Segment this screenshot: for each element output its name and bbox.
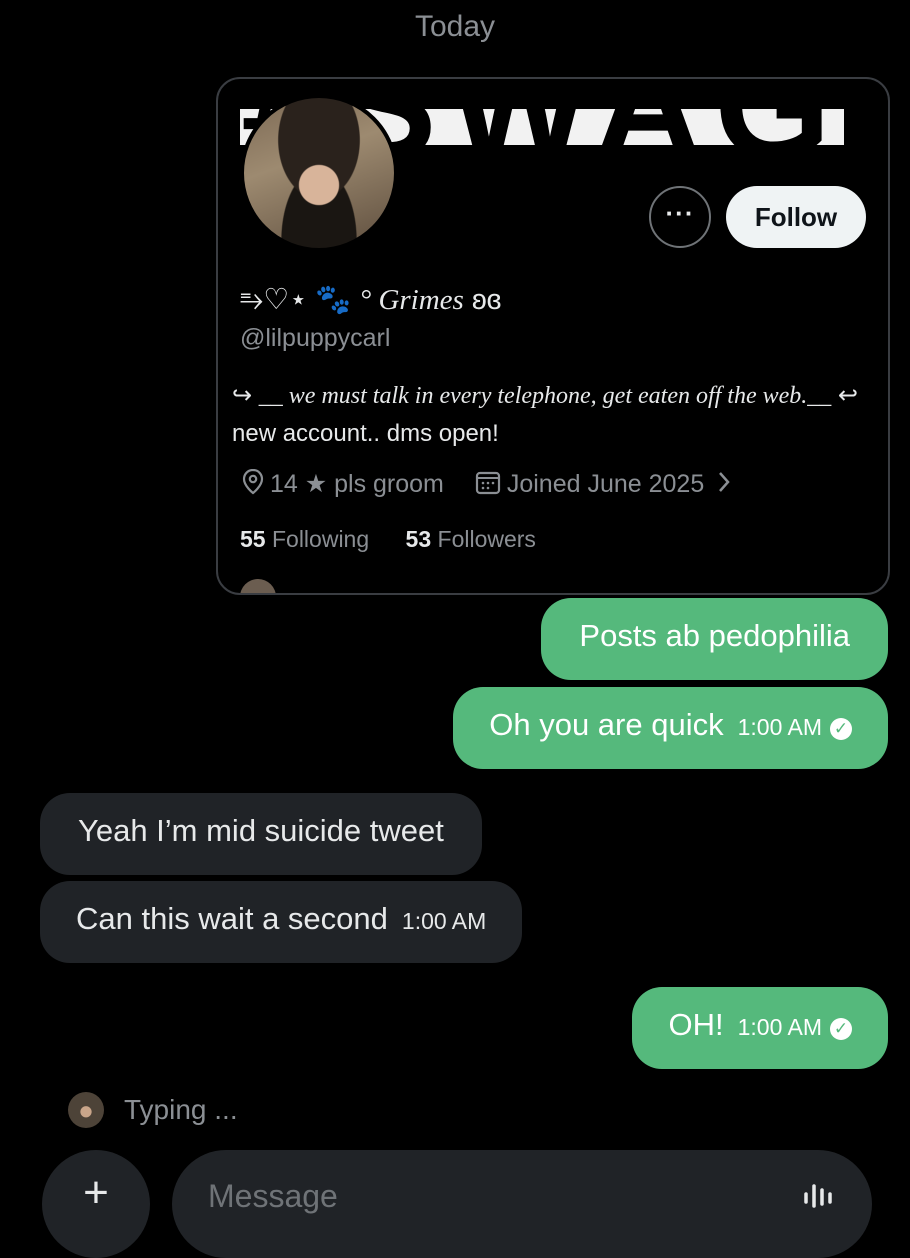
display-name-prefix: ⥱♡⋆ (240, 284, 308, 316)
bio-plain-text: new account.. dms open! (232, 420, 499, 447)
followers-count: 53 (405, 526, 432, 552)
location-pin-icon (242, 468, 264, 502)
profile-bio: ↪ __ we must talk in every telephone, ge… (232, 377, 872, 453)
display-name-text: ° Grimes (359, 284, 464, 316)
message-input[interactable]: Message (172, 1150, 872, 1258)
following-label: Following (271, 526, 370, 552)
profile-location: 14 ★ pls groom (270, 470, 444, 499)
calendar-icon (475, 469, 501, 502)
chevron-right-icon[interactable] (717, 470, 731, 501)
mutual-followers-text (300, 593, 800, 595)
message-bubble-outgoing[interactable]: OH! 1:00 AM ✓ (632, 987, 888, 1069)
profile-meta: 14 ★ pls groom Joined June 2025 (242, 468, 737, 502)
message-bubble-outgoing[interactable]: Posts ab pedophilia (541, 598, 888, 680)
voice-message-icon[interactable] (800, 1168, 836, 1213)
message-timestamp: 1:00 AM (737, 1014, 822, 1040)
message-bubble-incoming[interactable]: Can this wait a second 1:00 AM (40, 881, 523, 963)
mutual-follower-avatar (240, 579, 276, 593)
message-text: Yeah I’m mid suicide tweet (78, 813, 444, 848)
bio-arrow-mid: ↩ (837, 382, 859, 409)
message-bubble-outgoing[interactable]: Oh you are quick 1:00 AM ✓ (453, 687, 888, 769)
profile-avatar[interactable] (240, 94, 398, 252)
date-separator: Today (414, 10, 496, 43)
follow-button[interactable]: Follow (726, 186, 866, 248)
profile-card[interactable]: #SWAG ··· Follow ⥱♡⋆ 🐾 ° Grimes ʚɞ @lilp… (216, 77, 890, 595)
read-check-icon: ✓ (830, 718, 852, 740)
message-text: Can this wait a second (76, 901, 388, 936)
following-link[interactable]: 55 Following (240, 526, 369, 552)
read-check-icon: ✓ (830, 1018, 852, 1040)
typing-indicator: Typing ... (124, 1094, 238, 1125)
bio-italic-text: __ we must talk in every telephone, get … (258, 383, 832, 409)
more-options-button[interactable]: ··· (649, 186, 711, 248)
profile-stats: 55 Following 53 Followers (240, 526, 536, 553)
display-name-suffix: ʚɞ (471, 284, 502, 316)
followers-link[interactable]: 53 Followers (406, 526, 536, 552)
message-timestamp: 1:00 AM (401, 908, 487, 934)
message-text: Oh you are quick (489, 707, 724, 742)
paw-icon: 🐾 (315, 284, 352, 316)
profile-joined: Joined June 2025 (506, 470, 705, 499)
following-count: 55 (240, 526, 266, 552)
followers-label: Followers (437, 526, 536, 552)
message-timestamp: 1:00 AM (737, 714, 822, 740)
typing-avatar (68, 1092, 104, 1128)
display-name: ⥱♡⋆ 🐾 ° Grimes ʚɞ (240, 282, 501, 317)
message-bubble-incoming[interactable]: Yeah I’m mid suicide tweet (40, 793, 482, 875)
message-text: Posts ab pedophilia (579, 618, 850, 653)
message-text: OH! (668, 1007, 724, 1042)
profile-handle: @lilpuppycarl (240, 324, 391, 352)
add-attachment-button[interactable]: + (42, 1150, 150, 1258)
bio-arrow-start: ↪ (232, 382, 253, 409)
